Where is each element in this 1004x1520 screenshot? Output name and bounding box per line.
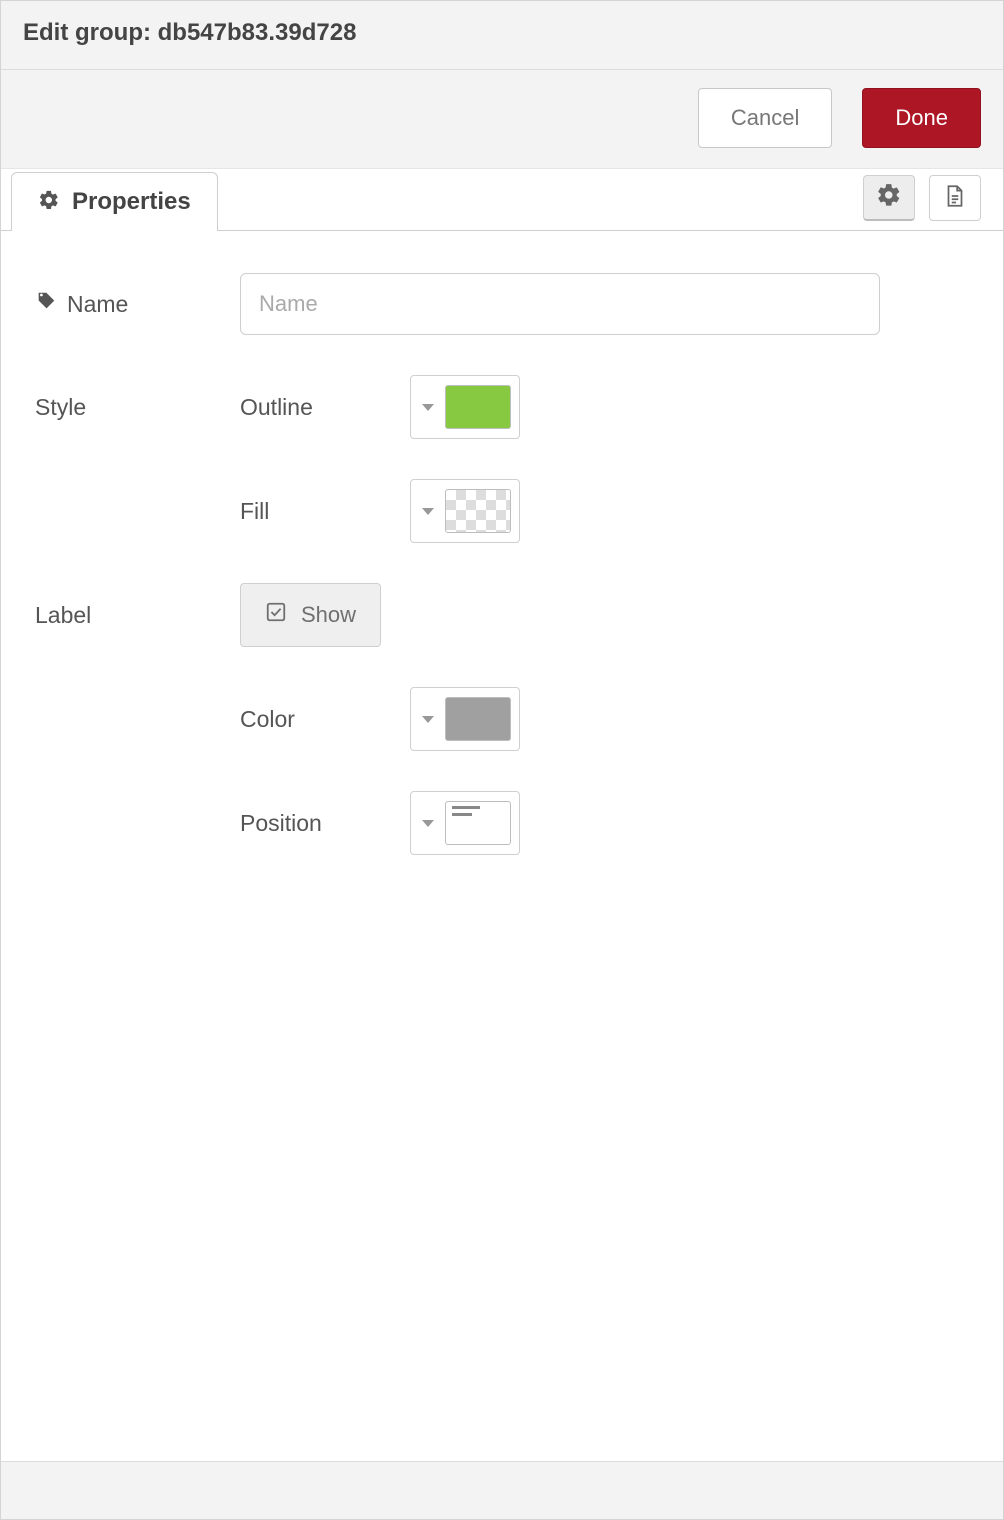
- tab-properties-label: Properties: [72, 188, 191, 216]
- show-label-text: Show: [301, 602, 356, 628]
- settings-view-button[interactable]: [863, 175, 915, 221]
- label-color-picker[interactable]: [410, 687, 520, 751]
- label-color-label: Color: [240, 706, 410, 733]
- gear-icon: [876, 182, 902, 213]
- row-style-outline: Style Outline: [35, 375, 969, 439]
- name-input[interactable]: [240, 273, 880, 335]
- cancel-button[interactable]: Cancel: [698, 88, 832, 148]
- dialog-button-bar: Cancel Done: [1, 70, 1003, 169]
- name-label-wrap: Name: [35, 290, 240, 318]
- fill-label: Fill: [240, 498, 410, 525]
- edit-group-dialog: Edit group: db547b83.39d728 Cancel Done …: [0, 0, 1004, 1520]
- dialog-header: Edit group: db547b83.39d728: [1, 1, 1003, 70]
- label-position-label: Position: [240, 810, 410, 837]
- outline-color-swatch: [445, 385, 511, 429]
- info-view-button[interactable]: [929, 175, 981, 221]
- gear-icon: [38, 189, 60, 216]
- label-section-label: Label: [35, 602, 240, 629]
- properties-panel: Name Style Outline Fill Label: [1, 231, 1003, 1461]
- chevron-down-icon: [411, 716, 445, 723]
- dialog-footer: [1, 1461, 1003, 1519]
- chevron-down-icon: [411, 820, 445, 827]
- dialog-title: Edit group: db547b83.39d728: [23, 19, 981, 47]
- tag-icon: [35, 290, 57, 318]
- row-style-fill: Fill: [35, 479, 969, 543]
- done-button[interactable]: Done: [862, 88, 981, 148]
- outline-color-picker[interactable]: [410, 375, 520, 439]
- label-position-swatch: [445, 801, 511, 845]
- chevron-down-icon: [411, 508, 445, 515]
- style-label: Style: [35, 394, 240, 421]
- chevron-down-icon: [411, 404, 445, 411]
- label-position-picker[interactable]: [410, 791, 520, 855]
- fill-color-swatch: [445, 489, 511, 533]
- file-text-icon: [942, 183, 968, 214]
- label-color-swatch: [445, 697, 511, 741]
- show-label-toggle[interactable]: Show: [240, 583, 381, 647]
- row-name: Name: [35, 273, 969, 335]
- row-label-show: Label Show: [35, 583, 969, 647]
- tabs-row: Properties: [1, 169, 1003, 231]
- tabs-right-actions: [863, 169, 981, 230]
- row-label-position: Position: [35, 791, 969, 855]
- check-square-icon: [265, 601, 287, 629]
- fill-color-picker[interactable]: [410, 479, 520, 543]
- name-label: Name: [67, 291, 128, 318]
- tab-properties[interactable]: Properties: [11, 172, 218, 231]
- outline-label: Outline: [240, 394, 410, 421]
- row-label-color: Color: [35, 687, 969, 751]
